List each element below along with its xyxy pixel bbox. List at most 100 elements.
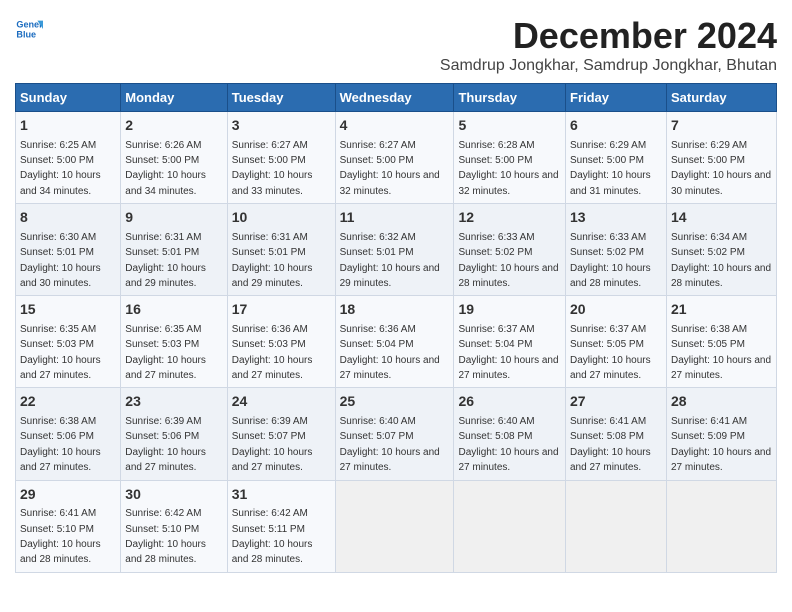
daylight-info: Daylight: 10 hours and 30 minutes. (671, 170, 771, 196)
sunrise-info: Sunrise: 6:29 AM (570, 140, 646, 151)
sunset-info: Sunset: 5:00 PM (340, 155, 414, 166)
daylight-info: Daylight: 10 hours and 28 minutes. (20, 539, 101, 565)
sunrise-info: Sunrise: 6:32 AM (340, 232, 416, 243)
daylight-info: Daylight: 10 hours and 33 minutes. (232, 170, 313, 196)
day-number: 6 (570, 116, 662, 136)
calendar-cell: 7Sunrise: 6:29 AMSunset: 5:00 PMDaylight… (666, 112, 776, 204)
sunrise-info: Sunrise: 6:39 AM (125, 416, 201, 427)
day-number: 17 (232, 300, 331, 320)
day-number: 11 (340, 208, 450, 228)
sunset-info: Sunset: 5:00 PM (232, 155, 306, 166)
col-header-thursday: Thursday (454, 84, 566, 112)
sunrise-info: Sunrise: 6:35 AM (125, 324, 201, 335)
sunset-info: Sunset: 5:10 PM (125, 524, 199, 535)
calendar-week-row: 1Sunrise: 6:25 AMSunset: 5:00 PMDaylight… (16, 112, 777, 204)
sunrise-info: Sunrise: 6:37 AM (458, 324, 534, 335)
sunset-info: Sunset: 5:03 PM (20, 339, 94, 350)
sunrise-info: Sunrise: 6:26 AM (125, 140, 201, 151)
calendar-cell: 14Sunrise: 6:34 AMSunset: 5:02 PMDayligh… (666, 204, 776, 296)
logo: General Blue (15, 15, 47, 43)
sunset-info: Sunset: 5:05 PM (671, 339, 745, 350)
page-title: December 2024 (440, 15, 777, 57)
day-number: 1 (20, 116, 116, 136)
day-number: 2 (125, 116, 222, 136)
sunset-info: Sunset: 5:01 PM (340, 247, 414, 258)
daylight-info: Daylight: 10 hours and 29 minutes. (232, 263, 313, 289)
daylight-info: Daylight: 10 hours and 27 minutes. (125, 355, 206, 381)
calendar-cell: 27Sunrise: 6:41 AMSunset: 5:08 PMDayligh… (566, 388, 667, 480)
calendar-cell: 26Sunrise: 6:40 AMSunset: 5:08 PMDayligh… (454, 388, 566, 480)
day-number: 19 (458, 300, 561, 320)
sunset-info: Sunset: 5:08 PM (458, 431, 532, 442)
calendar-cell: 31Sunrise: 6:42 AMSunset: 5:11 PMDayligh… (227, 480, 335, 572)
sunrise-info: Sunrise: 6:33 AM (570, 232, 646, 243)
day-number: 31 (232, 485, 331, 505)
calendar-cell: 28Sunrise: 6:41 AMSunset: 5:09 PMDayligh… (666, 388, 776, 480)
day-number: 30 (125, 485, 222, 505)
sunset-info: Sunset: 5:04 PM (458, 339, 532, 350)
daylight-info: Daylight: 10 hours and 27 minutes. (340, 447, 440, 473)
sunrise-info: Sunrise: 6:27 AM (232, 140, 308, 151)
sunrise-info: Sunrise: 6:38 AM (671, 324, 747, 335)
day-number: 3 (232, 116, 331, 136)
calendar-week-row: 15Sunrise: 6:35 AMSunset: 5:03 PMDayligh… (16, 296, 777, 388)
calendar-cell (666, 480, 776, 572)
svg-text:Blue: Blue (16, 29, 36, 39)
daylight-info: Daylight: 10 hours and 34 minutes. (125, 170, 206, 196)
sunrise-info: Sunrise: 6:38 AM (20, 416, 96, 427)
sunset-info: Sunset: 5:04 PM (340, 339, 414, 350)
calendar-cell: 3 Sunrise: 6:27 AM Sunset: 5:00 PM Daylight… (227, 112, 335, 204)
calendar-cell: 20Sunrise: 6:37 AMSunset: 5:05 PMDayligh… (566, 296, 667, 388)
daylight-info: Daylight: 10 hours and 30 minutes. (20, 263, 101, 289)
sunset-info: Sunset: 5:07 PM (340, 431, 414, 442)
day-number: 4 (340, 116, 450, 136)
daylight-info: Daylight: 10 hours and 31 minutes. (570, 170, 651, 196)
calendar-cell: 15Sunrise: 6:35 AMSunset: 5:03 PMDayligh… (16, 296, 121, 388)
day-number: 25 (340, 392, 450, 412)
col-header-tuesday: Tuesday (227, 84, 335, 112)
daylight-info: Daylight: 10 hours and 32 minutes. (340, 170, 440, 196)
col-header-monday: Monday (121, 84, 227, 112)
sunrise-info: Sunrise: 6:40 AM (458, 416, 534, 427)
header-right: December 2024 Samdrup Jongkhar, Samdrup … (440, 15, 777, 75)
sunrise-info: Sunrise: 6:41 AM (20, 508, 96, 519)
calendar-cell: 6Sunrise: 6:29 AMSunset: 5:00 PMDaylight… (566, 112, 667, 204)
sunset-info: Sunset: 5:08 PM (570, 431, 644, 442)
sunset-info: Sunset: 5:01 PM (20, 247, 94, 258)
day-number: 9 (125, 208, 222, 228)
day-number: 14 (671, 208, 772, 228)
sunrise-info: Sunrise: 6:31 AM (125, 232, 201, 243)
day-number: 29 (20, 485, 116, 505)
daylight-info: Daylight: 10 hours and 28 minutes. (232, 539, 313, 565)
day-number: 7 (671, 116, 772, 136)
calendar-cell: 30Sunrise: 6:42 AMSunset: 5:10 PMDayligh… (121, 480, 227, 572)
daylight-info: Daylight: 10 hours and 34 minutes. (20, 170, 101, 196)
sunset-info: Sunset: 5:00 PM (671, 155, 745, 166)
day-number: 22 (20, 392, 116, 412)
sunrise-info: Sunrise: 6:36 AM (232, 324, 308, 335)
calendar-cell: 11 Sunrise: 6:32 AM Sunset: 5:01 PM Dayligh… (335, 204, 454, 296)
calendar-cell: 4Sunrise: 6:27 AMSunset: 5:00 PMDaylight… (335, 112, 454, 204)
calendar-cell: 19Sunrise: 6:37 AMSunset: 5:04 PMDayligh… (454, 296, 566, 388)
calendar-cell: 9Sunrise: 6:31 AMSunset: 5:01 PMDaylight… (121, 204, 227, 296)
day-number: 23 (125, 392, 222, 412)
daylight-info: Daylight: 10 hours and 27 minutes. (125, 447, 206, 473)
daylight-info: Daylight: 10 hours and 27 minutes. (20, 447, 101, 473)
sunrise-info: Sunrise: 6:28 AM (458, 140, 534, 151)
day-number: 24 (232, 392, 331, 412)
top-section: General Blue December 2024 Samdrup Jongk… (15, 15, 777, 75)
sunset-info: Sunset: 5:00 PM (125, 155, 199, 166)
calendar-cell (335, 480, 454, 572)
daylight-info: Daylight: 10 hours and 27 minutes. (570, 447, 651, 473)
daylight-info: Daylight: 10 hours and 27 minutes. (340, 355, 440, 381)
day-number: 13 (570, 208, 662, 228)
day-number: 28 (671, 392, 772, 412)
day-number: 16 (125, 300, 222, 320)
sunrise-info: Sunrise: 6:33 AM (458, 232, 534, 243)
sunrise-info: Sunrise: 6:34 AM (671, 232, 747, 243)
daylight-info: Daylight: 10 hours and 29 minutes. (340, 263, 440, 289)
calendar-cell: 17Sunrise: 6:36 AMSunset: 5:03 PMDayligh… (227, 296, 335, 388)
calendar-cell: 25Sunrise: 6:40 AMSunset: 5:07 PMDayligh… (335, 388, 454, 480)
daylight-info: Daylight: 10 hours and 27 minutes. (232, 355, 313, 381)
day-number: 12 (458, 208, 561, 228)
